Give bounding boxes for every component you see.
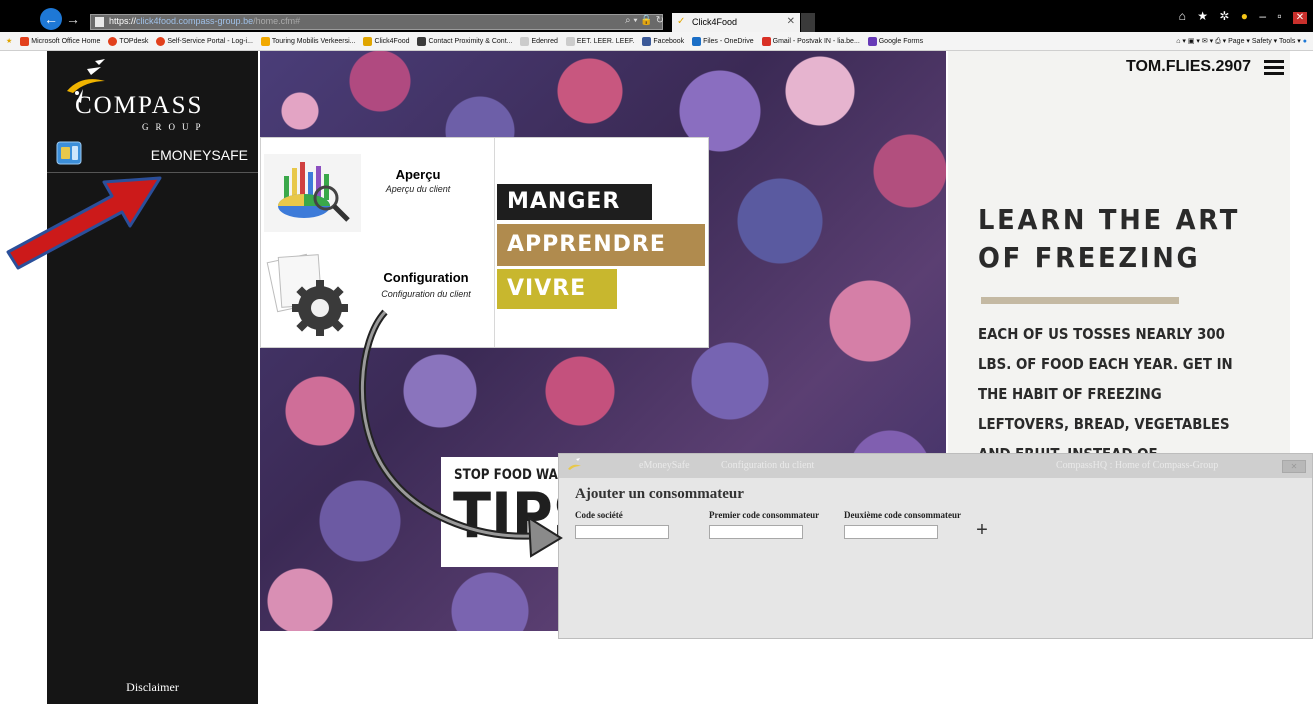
- close-window-button[interactable]: ✕: [1293, 12, 1307, 24]
- url-host: click4food.compass-group.be: [136, 16, 254, 26]
- new-tab-button[interactable]: [801, 13, 815, 32]
- bookmark-item[interactable]: Microsoft Office Home: [20, 32, 100, 50]
- topdesk-icon: [108, 36, 118, 46]
- second-consumer-code-input[interactable]: [844, 525, 938, 539]
- promo-heading: LEARN THE ART OF FREEZING: [978, 203, 1241, 274]
- menu-item-apercu-description: Aperçu du client: [385, 184, 451, 194]
- bookmark-item[interactable]: Gmail - Postvak IN - lia.be...: [761, 32, 860, 50]
- window-controls: ⌂ ★ ✲ ● – ▫ ✕: [1179, 9, 1307, 24]
- smiley-icon[interactable]: ●: [1241, 9, 1252, 23]
- sim-card-icon: [56, 141, 82, 165]
- company-code-label: Code société: [575, 510, 623, 520]
- favorites-star-icon[interactable]: ★: [1197, 9, 1212, 23]
- logo-subtitle: GROUP: [142, 122, 208, 132]
- annotation-red-arrow-icon: [6, 176, 162, 270]
- click4food-icon: [363, 36, 373, 46]
- tag-manger: MANGER: [497, 184, 652, 220]
- gmail-icon: [761, 36, 771, 46]
- first-consumer-code-input[interactable]: [709, 525, 803, 539]
- address-text: https://click4food.compass-group.be/home…: [109, 16, 301, 26]
- dialog-site-title: CompassHQ : Home of Compass-Group: [1056, 460, 1219, 471]
- back-button[interactable]: ←: [40, 8, 62, 30]
- bookmark-item[interactable]: Contact Proximity & Cont...: [417, 32, 512, 50]
- home-icon[interactable]: ⌂: [1179, 9, 1190, 23]
- tab-close-icon[interactable]: ✕: [787, 16, 795, 27]
- menu-item-configuration-description: Configuration du client: [381, 289, 471, 299]
- sidebar: COMPASS GROUP EMONEYSAFE Disclaimer: [47, 51, 258, 704]
- chart-magnifier-icon[interactable]: [264, 154, 361, 232]
- promo-divider: [981, 297, 1179, 304]
- restore-button[interactable]: ▫: [1277, 9, 1285, 23]
- dialog-breadcrumb-configuration[interactable]: Configuration du client: [721, 460, 814, 471]
- favorites-bar: ★ Microsoft Office Home TOPdesk Self-Ser…: [0, 32, 1313, 51]
- config-gear-icon[interactable]: [264, 250, 361, 340]
- user-name[interactable]: TOM.FLIES.2907: [1126, 58, 1251, 76]
- command-bar-icons[interactable]: ⌂ ▾ ▣ ▾ ✉ ▾ ⎙ ▾: [1176, 38, 1228, 45]
- page-icon: [95, 17, 104, 27]
- dialog-titlebar: eMoneySafe Configuration du client Compa…: [559, 454, 1312, 478]
- sidebar-item-emoneysafe[interactable]: EMONEYSAFE: [47, 137, 258, 173]
- address-bar[interactable]: https://click4food.compass-group.be/home…: [90, 14, 663, 30]
- edenred-icon: [520, 36, 530, 46]
- dialog-breadcrumb-emoneysafe[interactable]: eMoneySafe: [639, 460, 690, 471]
- dialog-heading: Ajouter un consommateur: [575, 486, 744, 502]
- first-consumer-code-label: Premier code consommateur: [709, 510, 820, 520]
- eet-icon: [565, 36, 575, 46]
- help-icon[interactable]: ●: [1303, 38, 1307, 45]
- annotation-curved-arrow-icon: [359, 309, 563, 558]
- promo-panel: LEARN THE ART OF FREEZING EACH OF US TOS…: [948, 51, 1290, 453]
- bookmark-item[interactable]: Facebook: [642, 32, 684, 50]
- settings-gear-icon[interactable]: ✲: [1219, 9, 1233, 23]
- bookmark-item[interactable]: Edenred: [520, 32, 558, 50]
- hamburger-menu-icon[interactable]: [1264, 60, 1284, 75]
- browser-titlebar: ← → https://click4food.compass-group.be/…: [0, 0, 1313, 32]
- bookmark-item[interactable]: Touring Mobilis Verkeersi...: [260, 32, 356, 50]
- bookmark-item[interactable]: EET. LEER. LEEF.: [565, 32, 634, 50]
- sidebar-item-label: EMONEYSAFE: [150, 147, 248, 163]
- minimize-button[interactable]: –: [1259, 9, 1270, 23]
- add-consumer-button[interactable]: +: [973, 520, 991, 540]
- address-tools[interactable]: ⌕ ▾ 🔒 ↻: [625, 15, 664, 26]
- disclaimer-link[interactable]: Disclaimer: [47, 680, 258, 695]
- tab-favicon-icon: ✓: [677, 16, 686, 27]
- command-bar[interactable]: ⌂ ▾ ▣ ▾ ✉ ▾ ⎙ ▾ Page ▾ Safety ▾ Tools ▾ …: [1170, 32, 1307, 50]
- touring-icon: [260, 36, 270, 46]
- bookmark-item[interactable]: Click4Food: [363, 32, 410, 50]
- tag-apprendre: APPRENDRE: [497, 224, 705, 266]
- company-code-input[interactable]: [575, 525, 669, 539]
- add-consumer-dialog: eMoneySafe Configuration du client Compa…: [558, 453, 1313, 639]
- bookmark-star-icon[interactable]: ★: [6, 32, 12, 50]
- tab-title: Click4Food: [692, 17, 738, 27]
- bookmark-item[interactable]: Google Forms: [867, 32, 923, 50]
- office-icon: [20, 36, 30, 46]
- logo-wordmark: COMPASS: [75, 92, 204, 119]
- forward-button[interactable]: →: [66, 9, 80, 29]
- google-forms-icon: [867, 36, 877, 46]
- menu-item-configuration[interactable]: Configuration: [376, 270, 476, 285]
- bookmark-item[interactable]: Files - OneDrive: [692, 32, 754, 50]
- promo-body: EACH OF US TOSSES NEARLY 300 LBS. OF FOO…: [978, 325, 1233, 453]
- menu-item-apercu[interactable]: Aperçu: [373, 167, 463, 182]
- bookmark-item[interactable]: TOPdesk: [108, 32, 148, 50]
- onedrive-icon: [692, 36, 702, 46]
- facebook-icon: [642, 36, 652, 46]
- compass-logo[interactable]: COMPASS GROUP: [47, 51, 258, 136]
- portal-icon: [156, 36, 166, 46]
- browser-tab[interactable]: ✓ Click4Food ✕: [672, 13, 800, 32]
- bookmark-item[interactable]: Self-Service Portal - Log-i...: [156, 32, 253, 50]
- url-path: /home.cfm#: [253, 16, 301, 26]
- second-consumer-code-label: Deuxième code consommateur: [844, 510, 961, 520]
- dialog-close-button[interactable]: ✕: [1282, 460, 1306, 473]
- proximity-icon: [417, 36, 427, 46]
